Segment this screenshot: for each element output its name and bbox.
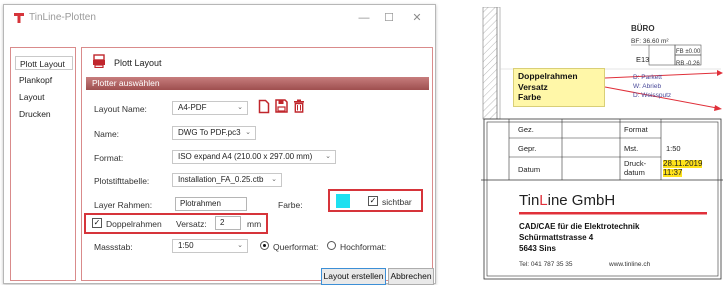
company-phone: Tel: 041 787 35 35 — [519, 261, 573, 268]
callout-line-1: Doppelrahmen — [518, 71, 578, 81]
layout-name-value: A4-PDF — [178, 103, 207, 112]
double-frame-checkbox[interactable]: ✓ — [92, 218, 102, 228]
format-label: Format: — [94, 153, 124, 163]
annotation-callout: Doppelrahmen Versatz Farbe — [513, 68, 605, 107]
cad-drawing-preview: BÜRO BF: 36.60 m² E13 FB ±0.00 RB -0.26 … — [481, 7, 723, 280]
minimize-button[interactable]: — — [354, 10, 374, 26]
layout-name-label: Layout Name: — [94, 104, 147, 114]
plotstyle-value: Installation_FA_0.25.ctb — [178, 175, 264, 184]
scale-select[interactable]: 1:50 ⌄ — [172, 239, 248, 253]
company-name-accent: L — [539, 192, 548, 209]
sidebar-item-drucken[interactable]: Drucken — [15, 107, 73, 121]
offset-unit: mm — [247, 219, 262, 229]
room-code: E13 — [636, 55, 650, 64]
name-label: Name: — [94, 129, 120, 139]
paper-format-select[interactable]: ISO expand A4 (210.00 x 297.00 mm) ⌄ — [172, 150, 336, 164]
title-block-scale-label: Mst. — [624, 144, 639, 153]
room-raw-level: RB -0.26 — [676, 61, 700, 67]
frame-color-swatch[interactable] — [336, 194, 350, 208]
sidebar-item-plankopf[interactable]: Plankopf — [15, 73, 73, 87]
sidebar-item-plott-layout[interactable]: Plott Layout — [15, 56, 73, 70]
scale-value: 1:50 — [178, 241, 194, 250]
title-block-drawn-label: Gez. — [518, 125, 534, 134]
room-wall-finish: W: Abrieb — [633, 83, 662, 90]
room-ceiling-finish: D: Weissputz — [633, 92, 672, 99]
visible-checkbox[interactable]: ✓ — [368, 196, 378, 206]
portrait-radio[interactable] — [327, 241, 336, 250]
chevron-down-icon: ⌄ — [245, 129, 251, 136]
print-date: 28.11.2019 — [663, 159, 703, 168]
window-title: TinLine-Plotten — [29, 12, 96, 23]
save-icon[interactable] — [275, 99, 288, 113]
section-header: Plotter auswählen — [86, 77, 429, 90]
chevron-down-icon: ⌄ — [237, 104, 243, 111]
plotstyle-select[interactable]: Installation_FA_0.25.ctb ⌄ — [172, 173, 282, 187]
company-subtitle: CAD/CAE für die Elektrotechnik — [519, 222, 640, 231]
tinline-app-icon — [14, 13, 24, 23]
color-label: Farbe: — [278, 200, 303, 210]
title-block-print-label-2: datum — [624, 168, 645, 177]
title-block-print-label-1: Druck- — [624, 159, 647, 168]
company-website: www.tinline.ch — [609, 261, 651, 268]
offset-label: Versatz: — [176, 219, 207, 229]
landscape-label: Querformat: — [273, 242, 319, 252]
portrait-label: Hochformat: — [340, 242, 387, 252]
close-button[interactable]: ✕ — [407, 10, 427, 26]
new-document-icon[interactable] — [258, 99, 270, 114]
print-time: 11:37 — [663, 168, 683, 177]
chevron-down-icon: ⌄ — [325, 153, 331, 160]
room-floor-level: FB ±0.00 — [676, 49, 701, 55]
offset-input[interactable]: 2 — [215, 216, 241, 230]
plotstyle-label: Plotstifttabelle: — [94, 176, 150, 186]
layout-name-select[interactable]: A4-PDF ⌄ — [172, 101, 248, 115]
main-panel: Plott Layout Plotter auswählen Layout Na… — [81, 47, 433, 281]
title-block-date-label: Datum — [518, 165, 541, 174]
room-name: BÜRO — [631, 24, 655, 33]
scale-label: Massstab: — [94, 242, 133, 252]
title-block-format-label: Format — [624, 125, 648, 134]
sidebar-item-layout[interactable]: Layout — [15, 90, 73, 104]
plotter-name-value: DWG To PDF.pc3 — [178, 128, 241, 137]
title-block-checked-label: Gepr. — [518, 144, 537, 153]
company-name-part-1: Tin — [519, 192, 540, 209]
layer-frame-label: Layer Rahmen: — [94, 200, 153, 210]
cancel-button[interactable]: Abbrechen — [388, 268, 434, 285]
company-name-part-2: ine GmbH — [547, 192, 616, 209]
visible-label: sichtbar — [382, 197, 412, 207]
delete-icon[interactable] — [293, 99, 305, 113]
plotter-name-select[interactable]: DWG To PDF.pc3 ⌄ — [172, 126, 256, 140]
company-name: TinLine GmbH — [519, 192, 615, 209]
sidebar: Plott Layout Plankopf Layout Drucken — [10, 47, 76, 281]
title-block-scale-value: 1:50 — [666, 144, 681, 153]
landscape-radio[interactable] — [260, 241, 269, 250]
callout-line-3: Farbe — [518, 92, 542, 102]
company-street: Schürmattstrasse 4 — [519, 233, 594, 242]
maximize-button[interactable]: ☐ — [379, 10, 399, 26]
paper-format-value: ISO expand A4 (210.00 x 297.00 mm) — [178, 152, 313, 161]
chevron-down-icon: ⌄ — [237, 242, 243, 249]
create-layout-button[interactable]: Layout erstellen — [321, 268, 386, 285]
plotter-icon — [93, 54, 105, 68]
panel-title: Plott Layout — [114, 58, 162, 68]
chevron-down-icon: ⌄ — [271, 176, 277, 183]
room-floor-finish: D: Parkett — [633, 74, 662, 81]
company-city: 5643 Sins — [519, 244, 556, 253]
layer-frame-input[interactable]: Plotrahmen — [175, 197, 247, 211]
title-bar[interactable]: TinLine-Plotten — ☐ ✕ — [4, 5, 435, 31]
callout-line-2: Versatz — [518, 81, 548, 92]
plot-dialog: TinLine-Plotten — ☐ ✕ Plott Layout Plank… — [3, 4, 436, 285]
double-frame-label: Doppelrahmen — [106, 219, 162, 229]
room-area: BF: 36.60 m² — [631, 38, 669, 45]
